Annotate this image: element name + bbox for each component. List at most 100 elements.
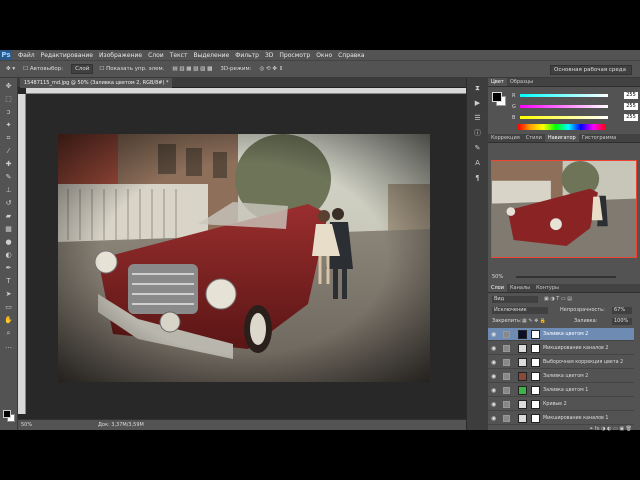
visibility-eye-icon[interactable]: ◉ (491, 412, 499, 425)
layer-mask-thumbnail[interactable] (531, 344, 540, 353)
green-value[interactable]: 255 (624, 103, 638, 110)
blue-value[interactable]: 255 (624, 114, 638, 121)
workspace-dropdown[interactable]: Основная рабочая среда (550, 65, 632, 75)
actions-icon[interactable]: ▶ (472, 98, 484, 108)
green-slider[interactable] (520, 105, 608, 108)
layer-row[interactable]: ◉ Микширование каналов 2 (488, 342, 634, 355)
menu-help[interactable]: Справка (338, 52, 364, 59)
color-spectrum[interactable] (518, 124, 606, 130)
layer-row[interactable]: ◉ Заливка цветом 2 (488, 328, 634, 341)
layer-mask-thumbnail[interactable] (531, 414, 540, 423)
menu-3d[interactable]: 3D (265, 52, 273, 59)
path-select-icon[interactable]: ➤ (4, 289, 14, 299)
clone-stamp-icon[interactable]: ⊥ (4, 185, 14, 195)
menu-window[interactable]: Окно (316, 52, 332, 59)
blue-slider[interactable] (520, 116, 608, 119)
paragraph-icon[interactable]: ¶ (472, 173, 484, 183)
brush-tool-icon[interactable]: ✎ (4, 172, 14, 182)
move-tool-icon[interactable]: ✥ ▾ (6, 66, 15, 72)
panel-foreground-swatch[interactable] (492, 92, 502, 102)
dodge-tool-icon[interactable]: ◐ (4, 250, 14, 260)
more-tools-icon[interactable]: … (4, 341, 14, 351)
lock-icons[interactable]: ▦ ✎ ✥ 🔒 (522, 317, 546, 326)
autoselect-dropdown[interactable]: Слой (71, 64, 94, 74)
blur-tool-icon[interactable]: ● (4, 237, 14, 247)
layer-filter-icons[interactable]: ▣ ◑ T ▭ ▤ (544, 295, 572, 304)
red-slider[interactable] (520, 94, 608, 97)
zoom-level[interactable]: 50% (21, 420, 32, 431)
hand-tool-icon[interactable]: ✋ (4, 315, 14, 325)
type-tool-icon[interactable]: T (4, 276, 14, 286)
tab-histogram[interactable]: Гистограмма (579, 134, 620, 142)
properties-icon[interactable]: ☰ (472, 113, 484, 123)
layer-kind-dropdown[interactable]: Вид (492, 296, 538, 303)
document-photo[interactable] (58, 134, 430, 382)
layer-mask-thumbnail[interactable] (531, 330, 540, 339)
red-value[interactable]: 255 (624, 92, 638, 99)
character-icon[interactable]: A (472, 158, 484, 168)
move-tool-icon[interactable]: ✥ (4, 81, 14, 91)
menu-view[interactable]: Просмотр (279, 52, 310, 59)
tab-styles[interactable]: Стили (523, 134, 545, 142)
color-swatches[interactable] (3, 410, 15, 422)
visibility-eye-icon[interactable]: ◉ (491, 370, 499, 383)
shape-tool-icon[interactable]: ▭ (4, 302, 14, 312)
fill-input[interactable]: 100% (612, 318, 632, 325)
visibility-eye-icon[interactable]: ◉ (491, 342, 499, 355)
layers-bottom-toolbar[interactable]: ⚭ fx ◑ ◐ ▭ ▣ 🗑 (488, 426, 640, 432)
navigator-zoom-slider[interactable] (516, 276, 616, 278)
history-brush-icon[interactable]: ↺ (4, 198, 14, 208)
layer-row[interactable]: ◉ Заливка цветом 2 (488, 370, 634, 383)
layer-mask-thumbnail[interactable] (531, 386, 540, 395)
healing-brush-icon[interactable]: ✚ (4, 159, 14, 169)
navigator-zoom-value[interactable]: 50% (492, 274, 503, 280)
pen-tool-icon[interactable]: ✒ (4, 263, 14, 273)
menu-edit[interactable]: Редактирование (41, 52, 93, 59)
autoselect-checkbox[interactable]: ☐ Автовыбор: (23, 66, 63, 72)
tab-channels[interactable]: Каналы (507, 284, 533, 292)
crop-tool-icon[interactable]: ⌗ (4, 133, 14, 143)
foreground-color-swatch[interactable] (3, 410, 11, 418)
vertical-ruler[interactable] (18, 94, 26, 414)
visibility-eye-icon[interactable]: ◉ (491, 328, 499, 341)
visibility-eye-icon[interactable]: ◉ (491, 384, 499, 397)
lasso-tool-icon[interactable]: ↄ (4, 107, 14, 117)
opacity-input[interactable]: 67% (612, 307, 632, 314)
blend-mode-dropdown[interactable]: Исключение (492, 307, 548, 314)
tab-layers[interactable]: Слои (488, 284, 507, 292)
menu-layers[interactable]: Слои (148, 52, 164, 59)
tab-paths[interactable]: Контуры (533, 284, 562, 292)
menu-file[interactable]: Файл (18, 52, 35, 59)
layer-mask-thumbnail[interactable] (531, 372, 540, 381)
layer-row[interactable]: ◉ Заливка цветом 1 (488, 384, 634, 397)
tab-adjustments[interactable]: Коррекция (488, 134, 523, 142)
canvas-area[interactable] (26, 94, 466, 414)
layer-row[interactable]: ◉ Микширование каналов 1 (488, 412, 634, 425)
history-icon[interactable]: ⧗ (472, 83, 484, 93)
layer-row[interactable]: ◉ Кривые 2 (488, 398, 634, 411)
align-icons[interactable]: ▤ ▥ ▦ ▧ ▨ ▩ (172, 66, 212, 72)
layer-row[interactable]: ◉ Выборочная коррекция цвета 2 (488, 356, 634, 369)
layer-mask-thumbnail[interactable] (531, 400, 540, 409)
zoom-tool-icon[interactable]: ⌕ (4, 328, 14, 338)
info-icon[interactable]: ⓘ (472, 128, 484, 138)
visibility-eye-icon[interactable]: ◉ (491, 356, 499, 369)
menu-image[interactable]: Изображение (99, 52, 142, 59)
navigator-thumbnail[interactable] (491, 160, 637, 258)
eraser-tool-icon[interactable]: ▰ (4, 211, 14, 221)
gradient-tool-icon[interactable]: ▦ (4, 224, 14, 234)
tab-swatches[interactable]: Образцы (507, 78, 536, 86)
tab-color[interactable]: Цвет (488, 78, 507, 86)
magic-wand-icon[interactable]: ✦ (4, 120, 14, 130)
eyedropper-icon[interactable]: ⁄ (4, 146, 14, 156)
3d-tools-icons[interactable]: ◎ ⟲ ✥ ⇕ (259, 66, 283, 72)
show-transform-checkbox[interactable]: ☐ Показать упр. элем. (99, 66, 164, 72)
brush-panel-icon[interactable]: ✎ (472, 143, 484, 153)
visibility-eye-icon[interactable]: ◉ (491, 398, 499, 411)
menu-select[interactable]: Выделение (193, 52, 229, 59)
tab-navigator[interactable]: Навигатор (544, 134, 579, 142)
menu-text[interactable]: Текст (170, 52, 188, 59)
marquee-tool-icon[interactable]: ⬚ (4, 94, 14, 104)
menu-filter[interactable]: Фильтр (235, 52, 259, 59)
document-tab[interactable]: 15487115_md.jpg @ 50% (Заливка цветом 2,… (20, 78, 173, 88)
